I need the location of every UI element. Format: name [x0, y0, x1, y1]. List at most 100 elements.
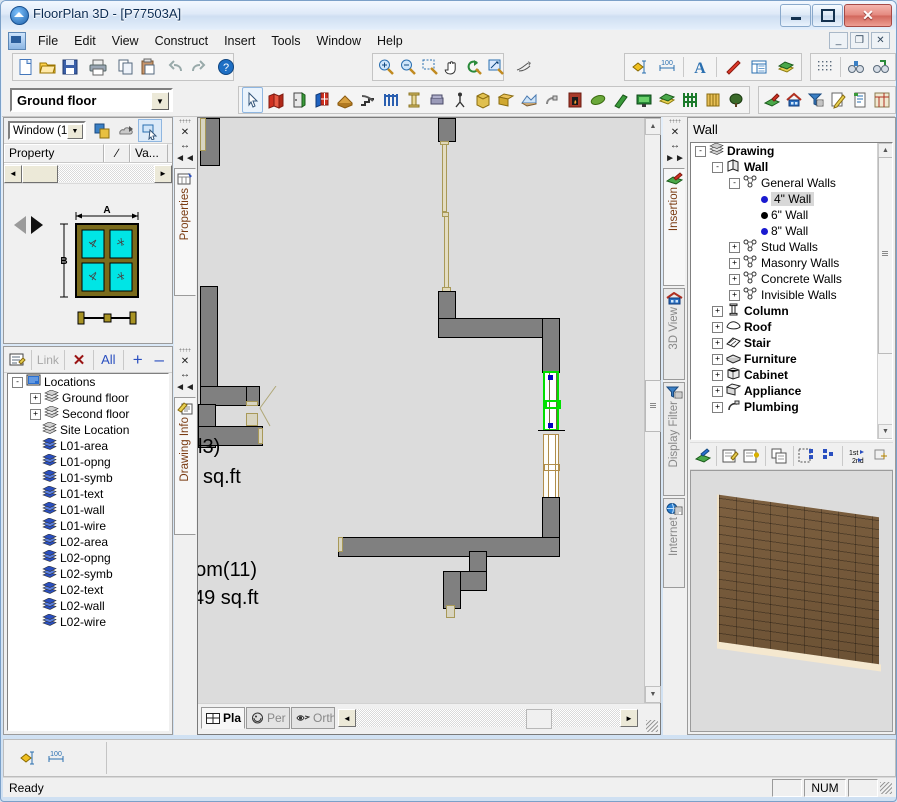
wall-opening[interactable] [446, 605, 455, 618]
zoom-previous-icon[interactable] [464, 54, 484, 80]
copy-item-icon[interactable] [769, 445, 790, 468]
tree-expander[interactable]: + [712, 385, 723, 397]
column-header-value[interactable]: Va... [130, 144, 168, 162]
tree-item[interactable]: 8" Wall [691, 223, 877, 239]
electrical-tool-icon[interactable] [587, 87, 608, 113]
tree-item[interactable]: + Furniture [691, 351, 877, 367]
fence-tool-icon[interactable] [679, 87, 700, 113]
new-object-icon[interactable] [90, 119, 114, 142]
tree-item[interactable]: L01-area [8, 437, 168, 454]
tab-insertion[interactable]: Insertion [663, 168, 685, 286]
menu-tools[interactable]: Tools [263, 32, 308, 50]
3d-preview[interactable] [690, 470, 893, 732]
thin-wall-segment[interactable] [444, 216, 449, 289]
new-item-icon[interactable] [741, 445, 762, 468]
plant-tool-icon[interactable] [725, 87, 746, 113]
menu-insert[interactable]: Insert [216, 32, 263, 50]
report-view-icon[interactable] [850, 87, 870, 113]
column-header-property[interactable]: Property [4, 144, 104, 162]
tree-item[interactable]: + Ground floor [8, 389, 168, 406]
tree-item[interactable]: + Roof [691, 319, 877, 335]
selection-grip[interactable] [548, 423, 553, 428]
appliance-tool-icon[interactable] [495, 87, 516, 113]
light-tool-icon[interactable] [449, 87, 470, 113]
tab-3d-view[interactable]: 3D View [663, 288, 685, 380]
hvac-tool-icon[interactable] [610, 87, 631, 113]
wall-segment[interactable] [438, 118, 456, 142]
delete-icon[interactable]: ✕ [68, 348, 90, 371]
house-view-icon[interactable] [784, 87, 804, 113]
selection-grip[interactable] [548, 375, 553, 380]
tab-display-filter[interactable]: Display Filter [663, 382, 685, 496]
scroll-thumb[interactable] [22, 164, 58, 183]
slab-tool-icon[interactable] [656, 87, 677, 113]
insertion-tree-scrollbar[interactable]: ▲ ▼ [877, 143, 892, 439]
sort-order-icon[interactable]: 1st 2nd [846, 445, 870, 468]
scroll-left-button[interactable]: ◄ [4, 164, 22, 183]
tree-expander[interactable]: - [695, 145, 706, 157]
pick-object-icon[interactable] [138, 119, 162, 142]
tree-expander[interactable]: + [712, 369, 723, 381]
column-tool-icon[interactable] [403, 87, 424, 113]
edit-item-icon[interactable] [720, 445, 741, 468]
furniture-tool-icon[interactable] [426, 87, 447, 113]
scroll-up-button[interactable]: ▲ [645, 118, 661, 135]
apply-icon[interactable] [114, 119, 138, 142]
tree-item[interactable]: L02-area [8, 533, 168, 550]
tree-item[interactable]: + Stud Walls [691, 239, 877, 255]
resize-grip[interactable] [646, 720, 658, 732]
wall-opening[interactable] [338, 537, 343, 552]
deck-tool-icon[interactable] [633, 87, 654, 113]
zoom-out-icon[interactable] [398, 54, 418, 80]
close-button[interactable]: ✕ [844, 4, 892, 27]
tree-expander[interactable]: + [30, 392, 41, 404]
scroll-right-button[interactable]: ► [154, 164, 172, 183]
tree-item[interactable]: + Second floor [8, 405, 168, 422]
tree-item[interactable]: Site Location [8, 421, 168, 438]
tree-item[interactable]: L01-wire [8, 517, 168, 534]
find-next-icon[interactable] [870, 54, 892, 80]
tab-plan[interactable]: Pla [201, 707, 245, 729]
selected-window[interactable] [543, 371, 561, 431]
schedule-icon[interactable] [747, 54, 771, 80]
canvas-hscrollbar[interactable]: ◄ ► [338, 708, 638, 729]
tab-drawing-info[interactable]: Drawing Info [174, 397, 196, 535]
scroll-thumb[interactable] [645, 380, 661, 432]
wall-segment[interactable] [443, 571, 461, 609]
mdi-restore-button[interactable]: ❐ [850, 32, 869, 49]
grab-icon[interactable] [514, 54, 534, 80]
wall-segment[interactable] [338, 537, 560, 557]
scroll-left-button[interactable]: ◄ [338, 709, 356, 727]
terrain-tool-icon[interactable] [518, 87, 539, 113]
float-icon[interactable]: ↔ [670, 139, 680, 152]
tree-item[interactable]: L02-text [8, 581, 168, 598]
menu-construct[interactable]: Construct [147, 32, 217, 50]
scroll-down-button[interactable]: ▼ [878, 424, 892, 439]
thin-wall-segment[interactable] [442, 144, 447, 212]
scroll-thumb[interactable] [878, 157, 892, 354]
tree-expander[interactable]: - [712, 161, 723, 173]
tab-ortho[interactable]: Orth [291, 707, 335, 729]
grid-icon[interactable] [814, 54, 836, 80]
railing-tool-icon[interactable] [380, 87, 401, 113]
tree-item[interactable]: - Drawing [691, 143, 877, 159]
tree-item[interactable]: + Plumbing [691, 399, 877, 415]
tree-expander[interactable]: - [12, 376, 23, 388]
gate-tool-icon[interactable] [702, 87, 723, 113]
tree-item[interactable]: + Masonry Walls [691, 255, 877, 271]
scroll-right-button[interactable]: ► [620, 709, 638, 727]
minimize-button[interactable] [780, 4, 811, 27]
chevron-down-icon[interactable]: ▼ [67, 124, 83, 139]
tree-expander[interactable]: + [712, 353, 723, 365]
plan-view-icon[interactable] [872, 87, 892, 113]
tree-item[interactable]: L01-symb [8, 469, 168, 486]
insertion-tree[interactable]: - Drawing - Wall - General Walls 4" Wall 6" Wal… [690, 142, 893, 440]
panel-drag-grip[interactable] [179, 348, 191, 352]
tree-item[interactable]: L01-text [8, 485, 168, 502]
wall-tool-icon[interactable] [265, 87, 286, 113]
tree-item[interactable]: - General Walls [691, 175, 877, 191]
menu-help[interactable]: Help [369, 32, 411, 50]
object-selector[interactable]: Window (1 ▼ [8, 121, 86, 140]
options-icon[interactable] [870, 445, 891, 468]
copy-icon[interactable] [116, 54, 136, 80]
